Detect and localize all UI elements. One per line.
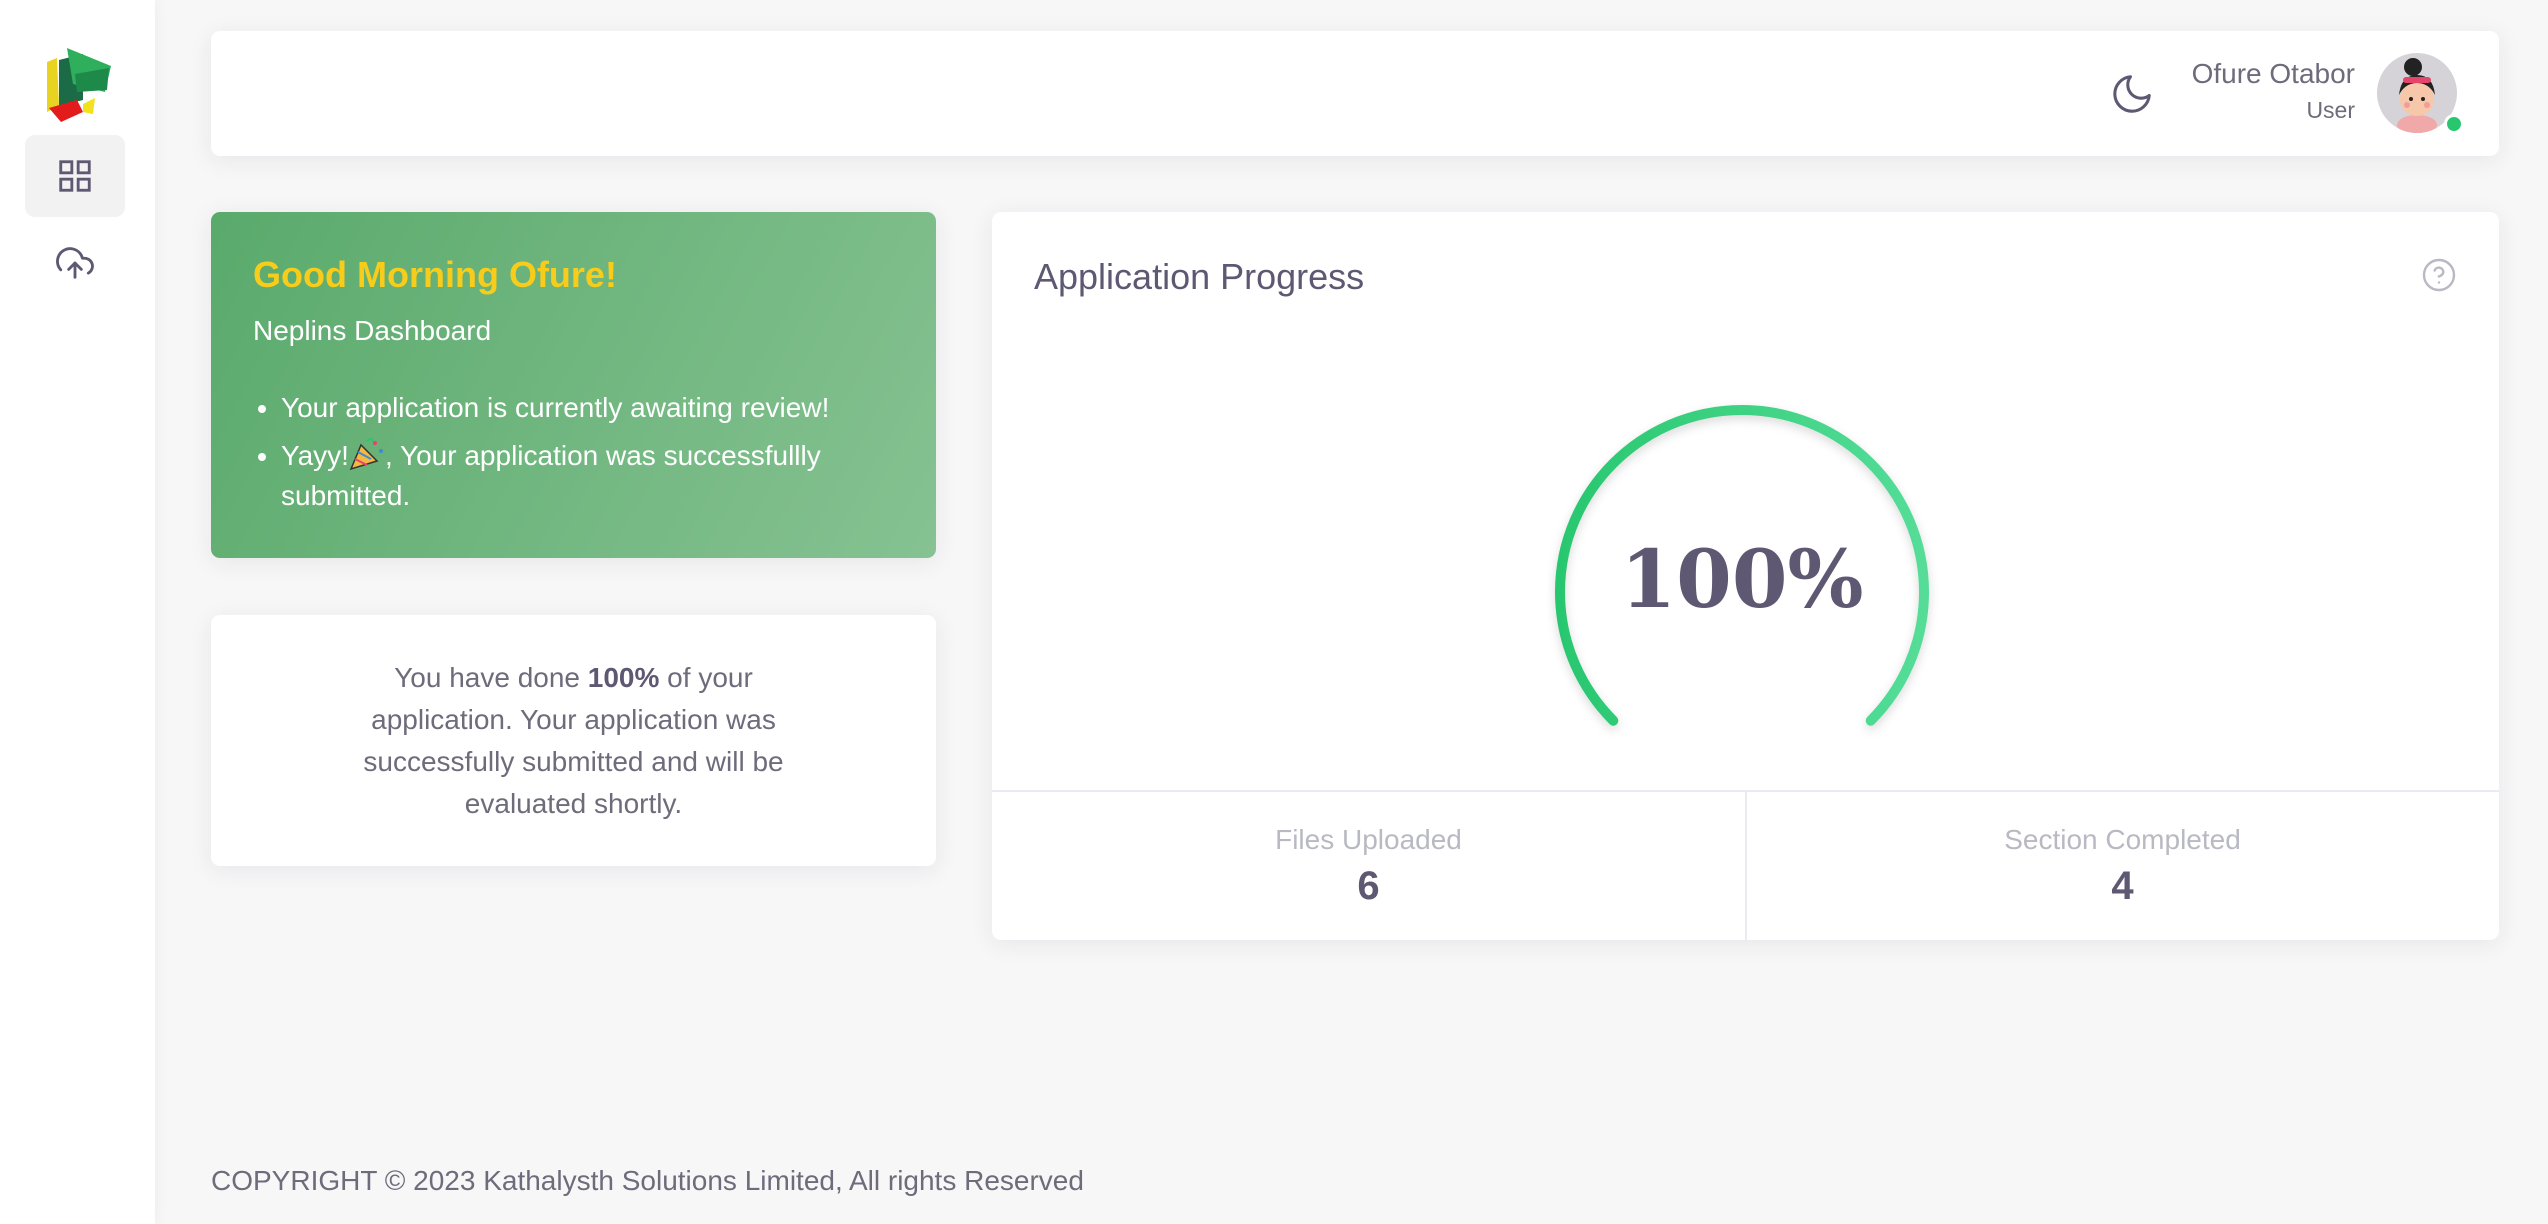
- stat-section-completed: Section Completed 4: [1746, 792, 2499, 942]
- summary-before: You have done: [394, 662, 588, 693]
- summary-text: You have done 100% of your application. …: [341, 657, 806, 825]
- progress-card: Application Progress 100% Files Uploaded…: [992, 212, 2499, 942]
- footer-copyright: COPYRIGHT © 2023 Kathalysth Solutions Li…: [211, 1165, 1084, 1196]
- help-icon[interactable]: [2421, 257, 2457, 293]
- progress-title: Application Progress: [1034, 256, 1365, 297]
- cloud-upload-icon: [56, 247, 94, 279]
- user-role: User: [2306, 97, 2355, 123]
- stat-files-uploaded: Files Uploaded 6: [992, 792, 1747, 942]
- greeting-title: Good Morning Ofure!: [253, 254, 617, 295]
- sidebar-item-upload[interactable]: [25, 222, 125, 304]
- greeting-item-review: Your application is currently awaiting r…: [281, 388, 941, 428]
- user-name[interactable]: Ofure Otabor: [2192, 58, 2355, 90]
- moon-icon[interactable]: [2109, 71, 2155, 117]
- app-logo[interactable]: [47, 48, 113, 126]
- stat-label: Files Uploaded: [1275, 824, 1462, 855]
- grid-icon: [59, 160, 91, 192]
- progress-stats: Files Uploaded 6 Section Completed 4: [992, 790, 2499, 942]
- stat-label: Section Completed: [2004, 824, 2241, 855]
- online-status-dot: [2444, 114, 2464, 134]
- top-navbar: Ofure Otabor User: [211, 31, 2499, 156]
- greeting-card: Good Morning Ofure! Neplins Dashboard Yo…: [211, 212, 936, 558]
- party-popper-icon: [349, 438, 383, 471]
- progress-percent-label: 100%: [1620, 532, 1864, 626]
- sidebar-item-dashboard[interactable]: [25, 135, 125, 217]
- greeting-subtitle: Neplins Dashboard: [253, 315, 492, 346]
- sidebar: [0, 0, 155, 1224]
- greeting-item-prefix: Yayy!: [281, 440, 349, 471]
- summary-percent: 100%: [587, 662, 660, 693]
- summary-card: You have done 100% of your application. …: [211, 615, 936, 866]
- greeting-item-submitted: Yayy! , Your application was successfull…: [281, 436, 941, 516]
- stat-value: 4: [2111, 864, 2134, 908]
- greeting-list: Your application is currently awaiting r…: [253, 388, 941, 524]
- stat-value: 6: [1357, 864, 1380, 908]
